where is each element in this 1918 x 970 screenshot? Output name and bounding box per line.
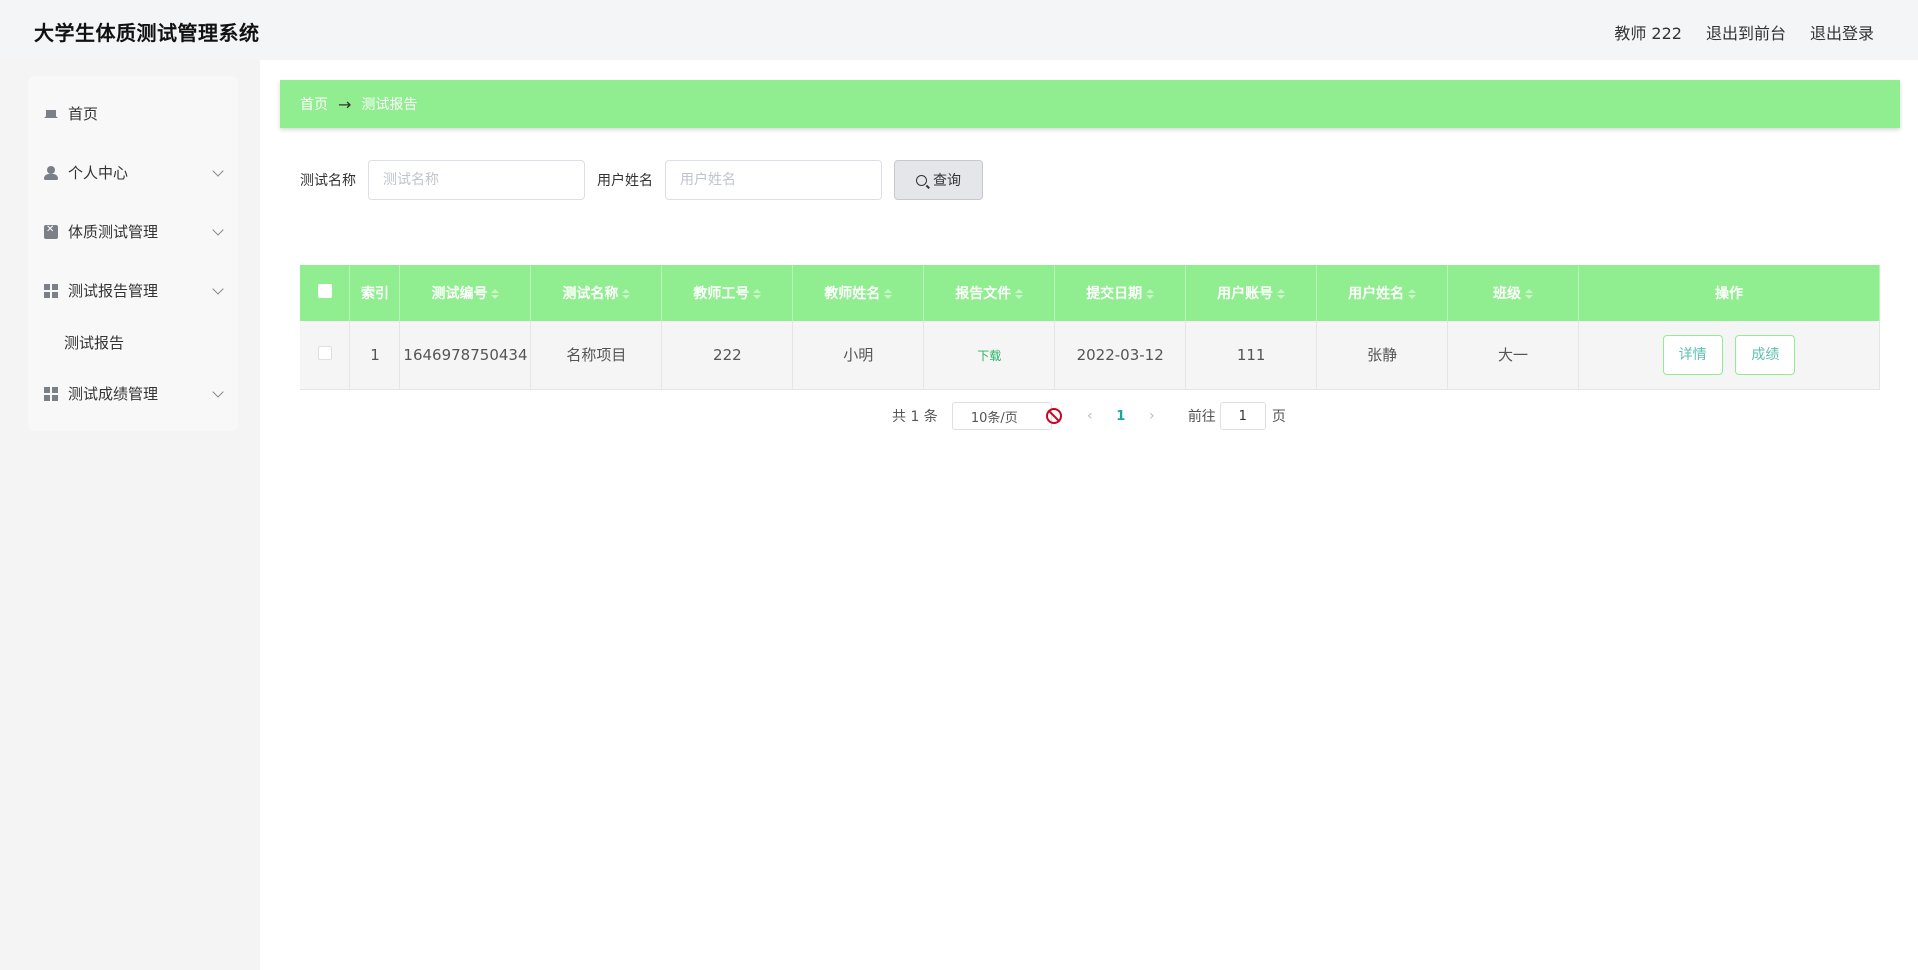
sort-icon[interactable] — [1525, 289, 1534, 299]
cell-teacher-name: 小明 — [792, 321, 925, 390]
sidebar-item-test-score-management[interactable]: 测试成绩管理 — [28, 364, 238, 423]
column-header[interactable]: 教师姓名 — [792, 265, 925, 321]
test-name-label: 测试名称 — [300, 173, 356, 189]
cell-test-no: 1646978750434 — [399, 321, 532, 390]
sidebar-item-fitness-test-management[interactable]: 体质测试管理 — [28, 202, 238, 261]
row-checkbox[interactable] — [300, 321, 351, 390]
sidebar-item-personal-center[interactable]: 个人中心 — [28, 143, 238, 202]
user-name-input[interactable] — [665, 160, 882, 200]
cell-test-name: 名称项目 — [530, 321, 663, 390]
goto-suffix: 页 — [1271, 409, 1286, 425]
breadcrumb: 首页 → 测试报告 — [280, 80, 1900, 128]
sort-icon[interactable] — [1408, 289, 1417, 299]
prev-page-button[interactable]: ‹ — [1076, 408, 1104, 424]
top-right-actions: 教师 222 退出到前台 退出登录 — [1614, 20, 1874, 44]
clipboard-icon — [44, 224, 58, 239]
cell-submit-date: 2022-03-12 — [1054, 321, 1187, 390]
column-header[interactable]: 报告文件 — [923, 265, 1056, 321]
not-allowed-cursor-icon — [1045, 408, 1062, 424]
column-header[interactable]: 测试编号 — [399, 265, 532, 321]
chevron-down-icon — [212, 224, 224, 236]
sidebar-subitem-test-report[interactable]: 测试报告 — [28, 320, 238, 364]
cell-actions: 详情 成绩 — [1578, 321, 1880, 390]
page-size-value: 10条/页 — [970, 410, 1018, 426]
column-header[interactable]: 测试名称 — [530, 265, 663, 321]
cell-user-name: 张静 — [1316, 321, 1449, 390]
breadcrumb-current: 测试报告 — [361, 97, 418, 113]
sort-icon[interactable] — [1146, 289, 1155, 299]
sidebar-item-label: 个人中心 — [68, 164, 129, 182]
sidebar-item-label: 体质测试管理 — [68, 223, 159, 241]
column-header[interactable]: 用户姓名 — [1316, 265, 1449, 321]
sort-icon[interactable] — [622, 289, 631, 299]
sidebar-item-label: 测试报告管理 — [68, 282, 159, 300]
current-user: 教师 222 — [1614, 24, 1682, 43]
app-title: 大学生体质测试管理系统 — [34, 21, 260, 45]
cell-index: 1 — [349, 321, 401, 390]
sidebar-item-test-report-management[interactable]: 测试报告管理 — [28, 261, 238, 320]
sidebar-item-label: 首页 — [68, 105, 99, 123]
cell-user-account: 111 — [1185, 321, 1318, 390]
table-header-row: 索引 测试编号 测试名称 教师工号 教师姓名 报告文件 提交日期 用户账号 用户… — [300, 265, 1880, 321]
goto-page-input[interactable]: 1 — [1219, 402, 1266, 430]
page-number-1[interactable]: 1 — [1104, 409, 1138, 424]
select-all-checkbox[interactable] — [300, 265, 351, 321]
goto-label: 前往 — [1187, 409, 1216, 425]
search-form: 测试名称 用户姓名 查询 — [300, 160, 983, 200]
back-to-front-link[interactable]: 退出到前台 — [1706, 20, 1786, 44]
chevron-down-icon — [212, 165, 224, 177]
logout-link[interactable]: 退出登录 — [1810, 20, 1874, 44]
sort-icon[interactable] — [1015, 289, 1024, 299]
user-icon — [44, 165, 58, 180]
pagination-total: 共 1 条 — [892, 409, 938, 425]
sort-icon[interactable] — [491, 289, 500, 299]
query-button[interactable]: 查询 — [894, 160, 983, 200]
sort-icon[interactable] — [753, 289, 762, 299]
score-button[interactable]: 成绩 — [1735, 334, 1796, 375]
grid-icon — [44, 283, 58, 298]
cell-class: 大一 — [1447, 321, 1579, 390]
pagination: 共 1 条 10条/页 ‹ 1 › 前往 1 页 — [892, 402, 1286, 430]
user-name-label: 用户姓名 — [597, 173, 653, 189]
checkbox-icon — [317, 284, 332, 298]
sidebar: 首页 个人中心 体质测试管理 测试报告管理 测试报告 测试成绩管理 — [0, 60, 260, 970]
page-size-select[interactable]: 10条/页 — [951, 402, 1052, 430]
test-name-input[interactable] — [368, 160, 585, 200]
cell-report-file: 下载 — [923, 321, 1056, 390]
column-header[interactable]: 用户账号 — [1185, 265, 1318, 321]
sidebar-subitem-label: 测试报告 — [64, 333, 125, 352]
report-table: 索引 测试编号 测试名称 教师工号 教师姓名 报告文件 提交日期 用户账号 用户… — [300, 265, 1880, 390]
detail-button[interactable]: 详情 — [1662, 334, 1723, 375]
column-header: 索引 — [349, 265, 401, 321]
column-header[interactable]: 教师工号 — [661, 265, 794, 321]
table-row: 1 1646978750434 名称项目 222 小明 下载 2022-03-1… — [300, 321, 1880, 390]
chevron-down-icon — [212, 386, 224, 398]
breadcrumb-home[interactable]: 首页 — [300, 94, 328, 114]
sidebar-item-home[interactable]: 首页 — [28, 84, 238, 143]
chevron-down-icon — [212, 283, 224, 295]
breadcrumb-separator: → — [338, 94, 352, 114]
sort-icon[interactable] — [1277, 289, 1286, 299]
home-icon — [44, 104, 58, 118]
sidebar-item-label: 测试成绩管理 — [68, 385, 159, 403]
grid-icon — [44, 386, 58, 401]
cell-teacher-id: 222 — [661, 321, 794, 390]
sidebar-menu: 首页 个人中心 体质测试管理 测试报告管理 测试报告 测试成绩管理 — [28, 76, 238, 431]
checkbox-icon — [317, 345, 332, 360]
column-header[interactable]: 班级 — [1447, 265, 1579, 321]
next-page-button[interactable]: › — [1138, 408, 1166, 424]
download-link[interactable]: 下载 — [977, 349, 1001, 363]
top-bar: 大学生体质测试管理系统 教师 222 退出到前台 退出登录 — [0, 0, 1918, 60]
sort-icon[interactable] — [884, 289, 893, 299]
column-header: 操作 — [1578, 265, 1880, 321]
column-header[interactable]: 提交日期 — [1054, 265, 1187, 321]
search-icon — [916, 174, 927, 186]
query-button-label: 查询 — [933, 173, 961, 189]
